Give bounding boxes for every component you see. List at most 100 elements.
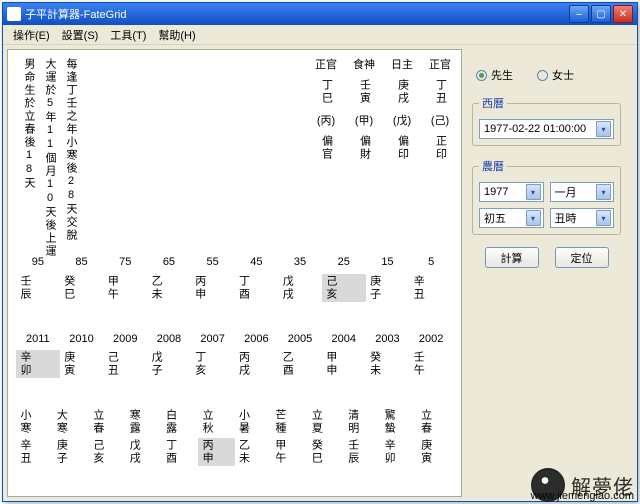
chevron-down-icon[interactable]: ▾ (596, 210, 611, 226)
chevron-down-icon[interactable]: ▾ (596, 121, 611, 137)
grid-cell-text: 小寒 (16, 409, 33, 435)
radio-female[interactable]: 女士 (537, 67, 574, 83)
grid-cell[interactable]: 15 (366, 255, 410, 269)
grid-cell[interactable]: 丙申 (198, 438, 234, 466)
grid-cell[interactable]: 壬辰 (16, 274, 60, 302)
grid-cell[interactable]: 庚子 (366, 274, 410, 302)
grid-cell[interactable]: 立春 (89, 408, 125, 436)
grid-cell[interactable]: 95 (16, 255, 60, 269)
grid-cell[interactable]: 辛卯 (380, 438, 416, 466)
grid-cell[interactable]: 壬辰 (344, 438, 380, 466)
grid-cell[interactable]: 辛丑 (409, 274, 453, 302)
grid-cell[interactable]: 25 (322, 255, 366, 269)
grid-cell[interactable]: 己亥 (322, 274, 366, 302)
grid-cell[interactable]: 2005 (278, 332, 322, 346)
grid-cell[interactable]: 丙戌 (235, 350, 279, 378)
pillar-hidden: (戊) (393, 112, 411, 128)
maximize-button[interactable]: ▢ (591, 5, 611, 23)
close-button[interactable]: ✕ (613, 5, 633, 23)
lunar-year-combo[interactable]: 1977 ▾ (479, 182, 544, 202)
grid-cell[interactable]: 35 (278, 255, 322, 269)
grid-cell[interactable]: 小寒 (16, 408, 52, 436)
grid-cell-text: 立春 (417, 409, 434, 435)
lunar-hour-combo[interactable]: 丑時 ▾ (550, 208, 615, 228)
grid-cell[interactable]: 癸巳 (60, 274, 104, 302)
grid-cell[interactable]: 戊子 (147, 350, 191, 378)
pillar-bot: 正印 (432, 135, 449, 161)
liunian-row: 辛卯庚寅己丑戊子丁亥丙戌乙酉甲申癸未壬午 (16, 350, 453, 378)
grid-cell[interactable]: 65 (147, 255, 191, 269)
minimize-button[interactable]: – (569, 5, 589, 23)
grid-cell[interactable]: 寒露 (125, 408, 161, 436)
menu-operate[interactable]: 操作(E) (7, 25, 56, 45)
grid-cell[interactable]: 丁酉 (235, 274, 279, 302)
grid-cell[interactable]: 立秋 (198, 408, 234, 436)
grid-cell[interactable]: 壬午 (409, 350, 453, 378)
grid-cell[interactable]: 大寒 (52, 408, 88, 436)
pillar-bot: 偏官 (318, 135, 335, 161)
lunar-month-combo[interactable]: 一月 ▾ (550, 182, 615, 202)
chevron-down-icon[interactable]: ▾ (596, 184, 611, 200)
grid-cell[interactable]: 小暑 (235, 408, 271, 436)
grid-cell[interactable]: 己丑 (103, 350, 147, 378)
grid-cell[interactable]: 甲午 (271, 438, 307, 466)
grid-cell[interactable]: 辛丑 (16, 438, 52, 466)
grid-cell[interactable]: 乙未 (235, 438, 271, 466)
grid-cell[interactable]: 立夏 (307, 408, 343, 436)
chevron-down-icon[interactable]: ▾ (526, 184, 541, 200)
grid-cell[interactable]: 2011 (16, 332, 60, 346)
grid-cell[interactable]: 立春 (417, 408, 453, 436)
grid-cell[interactable]: 2009 (103, 332, 147, 346)
grid-cell[interactable]: 2004 (322, 332, 366, 346)
radio-male[interactable]: 先生 (476, 67, 513, 83)
grid-cell-text: 立秋 (198, 409, 215, 435)
lunar-fieldset: 農曆 1977 ▾ 一月 ▾ 初五 ▾ (472, 158, 621, 235)
grid-cell[interactable]: 白露 (162, 408, 198, 436)
grid-cell[interactable]: 戊戌 (125, 438, 161, 466)
grid-cell[interactable]: 丁亥 (191, 350, 235, 378)
grid-cell[interactable]: 辛卯 (16, 350, 60, 378)
lunar-day-value: 初五 (484, 210, 506, 226)
solar-datetime-combo[interactable]: 1977-02-22 01:00:00 ▾ (479, 119, 614, 139)
grid-cell[interactable]: 己亥 (89, 438, 125, 466)
locate-button[interactable]: 定位 (555, 247, 609, 268)
grid-cell[interactable]: 55 (191, 255, 235, 269)
grid-cell[interactable]: 丙申 (191, 274, 235, 302)
grid-cell[interactable]: 庚寅 (417, 438, 453, 466)
pillar-hidden: (丙) (317, 112, 335, 128)
chevron-down-icon[interactable]: ▾ (526, 210, 541, 226)
client-area: 每逢丁壬之年小寒後28天交脫 大運於5年11個月10天後上運 男命生於立春後18… (3, 45, 637, 501)
grid-cell[interactable]: 85 (60, 255, 104, 269)
grid-cell[interactable]: 驚蟄 (380, 408, 416, 436)
grid-cell-text: 丙申 (191, 275, 208, 301)
menu-tools[interactable]: 工具(T) (104, 25, 152, 45)
grid-cell[interactable]: 甲午 (103, 274, 147, 302)
grid-cell[interactable]: 庚子 (52, 438, 88, 466)
grid-cell[interactable]: 庚寅 (60, 350, 104, 378)
grid-cell[interactable]: 2010 (60, 332, 104, 346)
grid-cell[interactable]: 2008 (147, 332, 191, 346)
grid-cell[interactable]: 2007 (191, 332, 235, 346)
grid-cell[interactable]: 乙酉 (278, 350, 322, 378)
grid-cell[interactable]: 2002 (409, 332, 453, 346)
grid-cell[interactable]: 75 (103, 255, 147, 269)
grid-cell[interactable]: 戊戌 (278, 274, 322, 302)
grid-cell[interactable]: 芒種 (271, 408, 307, 436)
grid-cell[interactable]: 45 (235, 255, 279, 269)
menu-settings[interactable]: 設置(S) (56, 25, 105, 45)
titlebar[interactable]: 子平計算器-FateGrid – ▢ ✕ (3, 3, 637, 25)
grid-cell[interactable]: 癸巳 (307, 438, 343, 466)
grid-cell[interactable]: 5 (409, 255, 453, 269)
lunar-day-combo[interactable]: 初五 ▾ (479, 208, 544, 228)
grid-cell[interactable]: 甲申 (322, 350, 366, 378)
menu-help[interactable]: 幫助(H) (152, 25, 201, 45)
grid-cell[interactable]: 乙未 (147, 274, 191, 302)
calc-button[interactable]: 計算 (485, 247, 539, 268)
grid-cell-text: 庚子 (52, 439, 69, 465)
grid-cell-text: 辛丑 (409, 275, 426, 301)
grid-cell[interactable]: 清明 (344, 408, 380, 436)
grid-cell[interactable]: 癸未 (366, 350, 410, 378)
grid-cell[interactable]: 2003 (366, 332, 410, 346)
grid-cell[interactable]: 2006 (235, 332, 279, 346)
grid-cell[interactable]: 丁酉 (162, 438, 198, 466)
